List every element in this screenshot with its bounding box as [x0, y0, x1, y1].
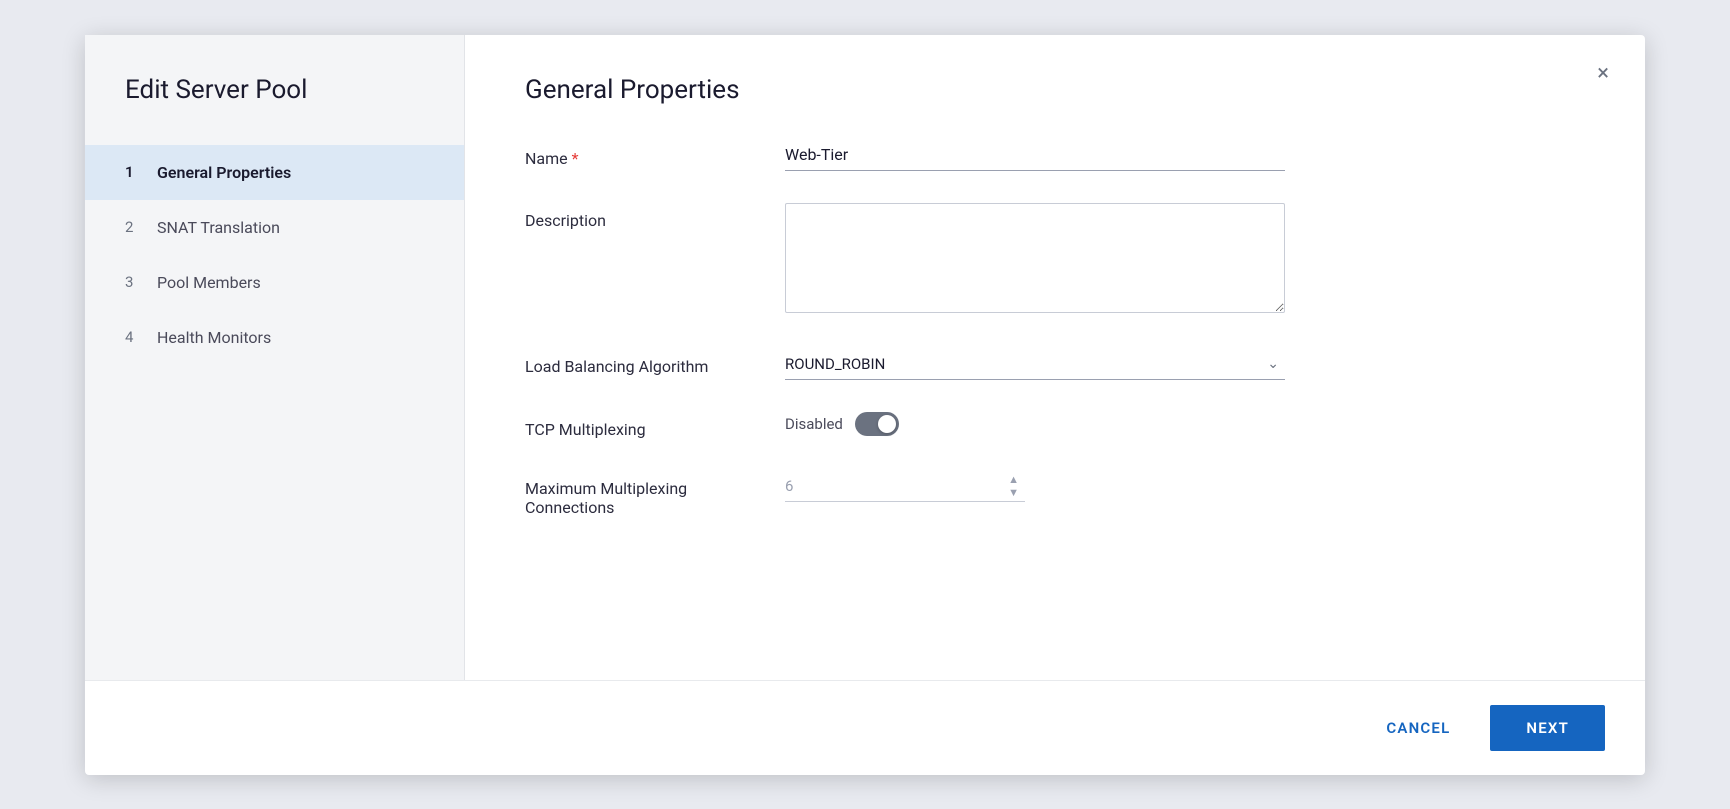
toggle-track — [855, 412, 899, 436]
description-label: Description — [525, 203, 785, 230]
step-number-1: 1 — [125, 163, 143, 181]
sidebar-title: Edit Server Pool — [85, 75, 464, 145]
load-balancing-control: ROUND_ROBIN LEAST_CONNECTIONS IP_HASH WE… — [785, 349, 1285, 380]
sidebar: Edit Server Pool 1 General Properties 2 … — [85, 35, 465, 680]
main-content: × General Properties Name* Description — [465, 35, 1645, 680]
max-multiplexing-control: ▲ ▼ — [785, 471, 1285, 502]
load-balancing-select[interactable]: ROUND_ROBIN LEAST_CONNECTIONS IP_HASH WE… — [785, 349, 1285, 380]
load-balancing-select-wrapper: ROUND_ROBIN LEAST_CONNECTIONS IP_HASH WE… — [785, 349, 1285, 380]
spinner-up-button[interactable]: ▲ — [1006, 473, 1021, 486]
name-label: Name* — [525, 141, 785, 168]
load-balancing-label: Load Balancing Algorithm — [525, 349, 785, 376]
tcp-multiplexing-status: Disabled — [785, 415, 843, 433]
step-label-2: SNAT Translation — [157, 218, 280, 237]
description-row: Description — [525, 203, 1585, 317]
toggle-thumb — [878, 415, 896, 433]
close-button[interactable]: × — [1597, 63, 1609, 85]
load-balancing-row: Load Balancing Algorithm ROUND_ROBIN LEA… — [525, 349, 1585, 380]
sidebar-step-3[interactable]: 3 Pool Members — [85, 255, 464, 310]
sidebar-step-4[interactable]: 4 Health Monitors — [85, 310, 464, 365]
spinner-down-button[interactable]: ▼ — [1006, 486, 1021, 499]
name-row: Name* — [525, 141, 1585, 171]
description-textarea[interactable] — [785, 203, 1285, 313]
step-number-4: 4 — [125, 328, 143, 346]
step-label-3: Pool Members — [157, 273, 261, 292]
step-label-1: General Properties — [157, 163, 291, 182]
form-area: Name* Description Load Balancing Algorit… — [525, 141, 1585, 640]
spinner-buttons: ▲ ▼ — [1006, 471, 1021, 502]
sidebar-steps: 1 General Properties 2 SNAT Translation … — [85, 145, 464, 365]
max-multiplexing-row: Maximum Multiplexing Connections ▲ ▼ — [525, 471, 1585, 517]
next-button[interactable]: NEXT — [1490, 705, 1605, 751]
name-input[interactable] — [785, 141, 1285, 171]
tcp-multiplexing-row: TCP Multiplexing Disabled — [525, 412, 1585, 439]
max-multiplexing-input[interactable] — [785, 471, 1025, 502]
dialog-footer: CANCEL NEXT — [85, 680, 1645, 775]
toggle-row: Disabled — [785, 412, 1285, 436]
dialog-body: Edit Server Pool 1 General Properties 2 … — [85, 35, 1645, 680]
required-star: * — [572, 149, 579, 168]
edit-server-pool-dialog: Edit Server Pool 1 General Properties 2 … — [85, 35, 1645, 775]
sidebar-step-1[interactable]: 1 General Properties — [85, 145, 464, 200]
step-number-3: 3 — [125, 273, 143, 291]
tcp-multiplexing-toggle[interactable] — [855, 412, 899, 436]
section-title: General Properties — [525, 75, 1585, 105]
sidebar-step-2[interactable]: 2 SNAT Translation — [85, 200, 464, 255]
step-label-4: Health Monitors — [157, 328, 271, 347]
cancel-button[interactable]: CANCEL — [1362, 707, 1474, 749]
step-number-2: 2 — [125, 218, 143, 236]
name-control — [785, 141, 1285, 171]
max-multiplexing-label: Maximum Multiplexing Connections — [525, 471, 785, 517]
description-control — [785, 203, 1285, 317]
spinner-wrapper: ▲ ▼ — [785, 471, 1025, 502]
tcp-multiplexing-label: TCP Multiplexing — [525, 412, 785, 439]
tcp-multiplexing-control: Disabled — [785, 412, 1285, 436]
